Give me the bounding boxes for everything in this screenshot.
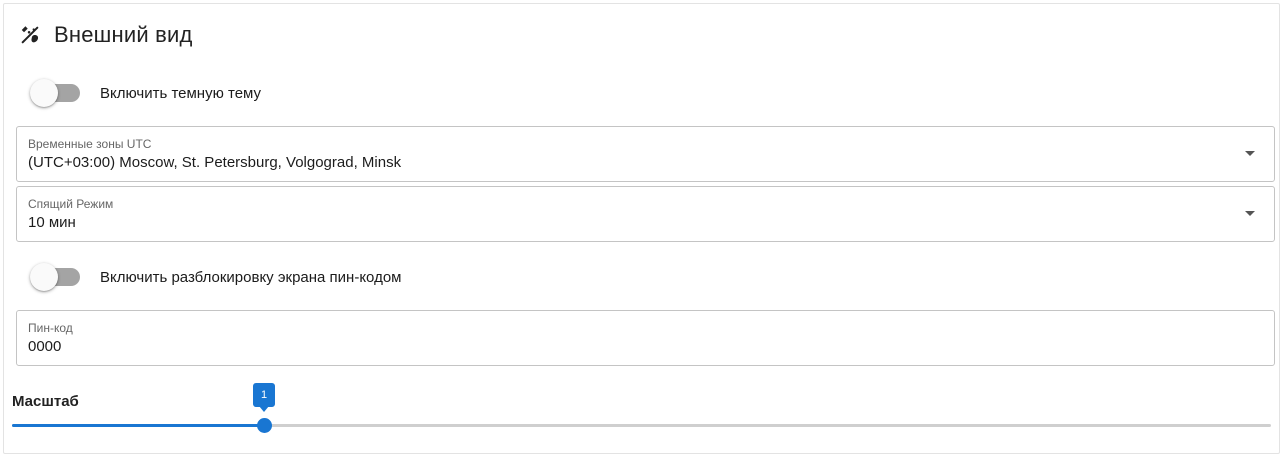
section-header: Внешний вид <box>18 20 193 50</box>
slider-fill <box>12 424 264 427</box>
pin-code-value[interactable]: 0000 <box>28 338 61 355</box>
dark-theme-label: Включить темную тему <box>100 84 262 102</box>
palette-brush-icon <box>18 23 42 47</box>
sleep-mode-select[interactable]: Спящий Режим 10 мин <box>16 186 1275 242</box>
timezone-value: (UTC+03:00) Moscow, St. Petersburg, Volg… <box>28 154 402 171</box>
pin-code-label: Пин-код <box>28 321 73 335</box>
toggle-thumb <box>30 79 58 107</box>
chevron-down-icon <box>1245 151 1255 156</box>
timezone-select[interactable]: Временные зоны UTC (UTC+03:00) Moscow, S… <box>16 126 1275 182</box>
sleep-mode-label: Спящий Режим <box>28 197 114 211</box>
sleep-mode-value: 10 мин <box>28 214 76 231</box>
dark-theme-row: Включить темную тему <box>28 75 261 111</box>
scale-label: Масштаб <box>12 393 79 410</box>
timezone-label: Временные зоны UTC <box>28 137 152 151</box>
slider-value-label: 1 <box>253 383 275 412</box>
dark-theme-toggle[interactable] <box>28 78 82 108</box>
appearance-settings-card: Внешний вид Включить темную тему Временн… <box>3 3 1280 454</box>
section-title: Внешний вид <box>54 22 193 47</box>
pin-unlock-label: Включить разблокировку экрана пин-кодом <box>100 268 402 286</box>
scale-slider[interactable]: 1 <box>12 383 1271 440</box>
toggle-thumb <box>30 263 58 291</box>
pin-unlock-toggle[interactable] <box>28 262 82 292</box>
chevron-down-icon <box>1245 211 1255 216</box>
pin-code-field[interactable]: Пин-код 0000 <box>16 310 1275 366</box>
pin-unlock-row: Включить разблокировку экрана пин-кодом <box>28 259 401 295</box>
slider-thumb[interactable] <box>257 418 272 433</box>
